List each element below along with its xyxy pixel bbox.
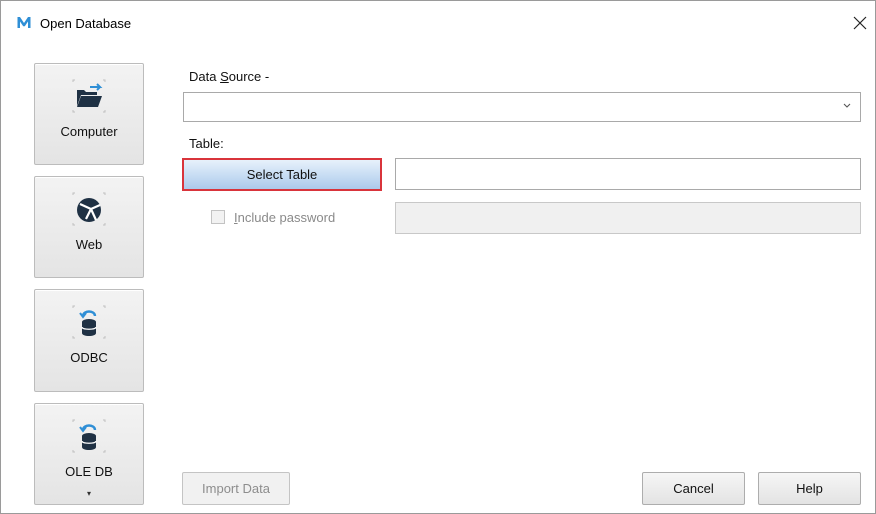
data-source-label-prefix: Data bbox=[189, 69, 221, 84]
open-database-dialog: Open Database Computer Web ODBC OLE DB ▾… bbox=[0, 0, 876, 514]
chevron-down-icon[interactable]: ▾ bbox=[35, 489, 143, 498]
app-logo-icon bbox=[17, 17, 31, 28]
database-refresh-icon bbox=[72, 305, 106, 339]
help-button[interactable]: Help bbox=[758, 472, 861, 505]
close-button[interactable] bbox=[847, 10, 873, 36]
table-label: Table: bbox=[189, 136, 224, 151]
include-password-rest: nclude password bbox=[237, 210, 336, 225]
sidebar-item-label: OLE DB bbox=[65, 464, 113, 479]
sidebar-item-label: Web bbox=[75, 237, 103, 252]
select-table-button[interactable]: Select Table bbox=[182, 158, 382, 191]
window-title: Open Database bbox=[40, 16, 132, 31]
include-password-checkbox[interactable] bbox=[211, 210, 225, 224]
sidebar-item-odbc[interactable]: ODBC bbox=[34, 289, 144, 392]
title-bar: Open Database bbox=[1, 1, 875, 49]
password-field[interactable] bbox=[395, 202, 861, 234]
sidebar-item-label: Computer bbox=[60, 124, 118, 139]
globe-icon bbox=[72, 192, 106, 226]
close-icon bbox=[853, 16, 867, 30]
data-source-label: Data Source - bbox=[189, 69, 269, 84]
folder-open-icon bbox=[72, 79, 106, 113]
sidebar-item-label: ODBC bbox=[70, 350, 108, 365]
import-data-button[interactable]: Import Data bbox=[182, 472, 290, 505]
data-source-label-suffix: ource - bbox=[228, 69, 270, 84]
table-field[interactable] bbox=[395, 158, 861, 190]
chevron-down-icon bbox=[843, 103, 851, 108]
sidebar-item-ole-db[interactable]: OLE DB ▾ bbox=[34, 403, 144, 505]
data-source-combobox[interactable] bbox=[183, 92, 861, 122]
cancel-button[interactable]: Cancel bbox=[642, 472, 745, 505]
data-source-label-accel: S bbox=[220, 69, 229, 84]
include-password-label[interactable]: Include password bbox=[234, 210, 335, 225]
sidebar-item-web[interactable]: Web bbox=[34, 176, 144, 278]
database-refresh-icon bbox=[72, 419, 106, 453]
sidebar-item-computer[interactable]: Computer bbox=[34, 63, 144, 165]
